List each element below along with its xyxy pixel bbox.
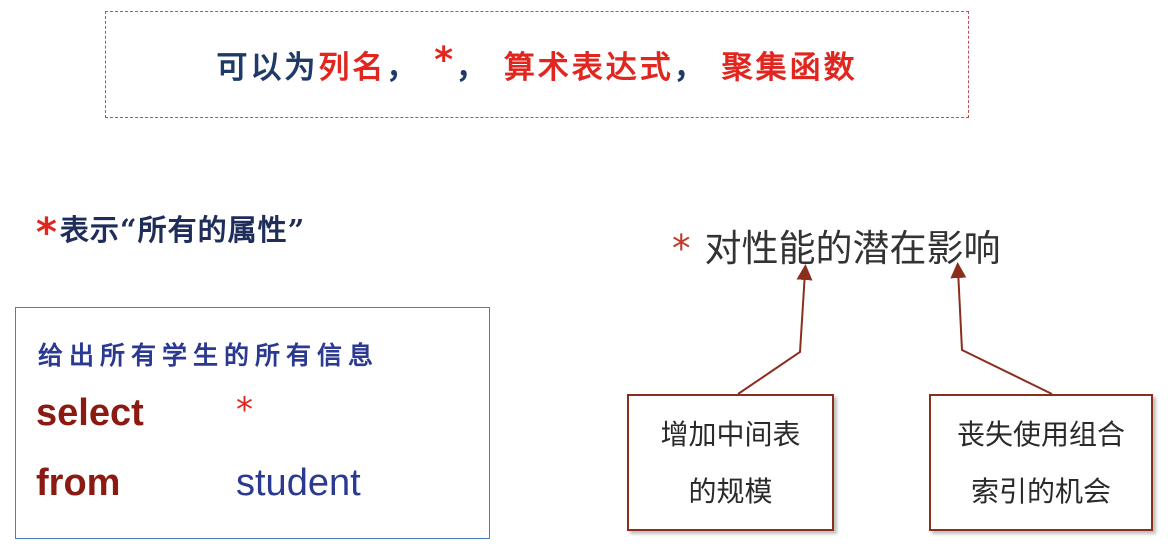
callout-line: 的规模 bbox=[688, 474, 773, 508]
callout-line: 增加中间表 bbox=[660, 417, 801, 451]
callout-note-intermediate-table: 增加中间表 的规模 bbox=[627, 394, 834, 531]
connector-line-1 bbox=[737, 264, 813, 395]
callout-note-composite-index: 丧失使用组合 索引的机会 bbox=[929, 394, 1153, 531]
callout-line: 索引的机会 bbox=[970, 474, 1111, 508]
connector-line-2 bbox=[950, 262, 1053, 395]
callout-line: 丧失使用组合 bbox=[956, 417, 1125, 451]
